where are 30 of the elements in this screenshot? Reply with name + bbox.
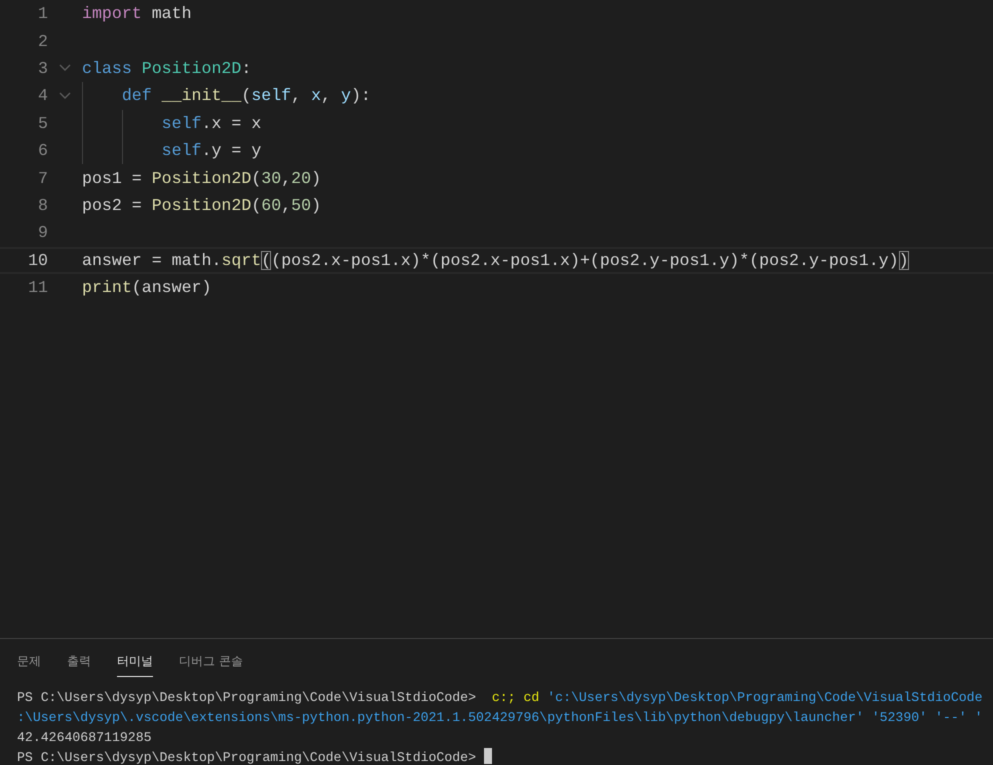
chevron-icon[interactable] xyxy=(59,92,71,100)
line-number: 11 xyxy=(27,278,48,298)
code-line: self.y = y xyxy=(160,141,262,160)
line-number: 2 xyxy=(37,32,48,51)
code-line: pos1 = Position2D(30,20) xyxy=(82,168,322,188)
terminal-line: PS C:\Users\dysyp\Desktop\Programing\Code\VisualStdioCode> c:; cd 'c:\Users\dysyp\Desktop\Programing\Code\VisualStdioCode xyxy=(17,689,983,707)
line-number: 4 xyxy=(37,86,48,106)
code-line: pos2 = Position2D(60,50) xyxy=(82,196,322,215)
panel-tab[interactable]: 터미널 xyxy=(117,645,153,677)
line-number: 1 xyxy=(37,4,48,24)
code-line: self.x = x xyxy=(160,114,262,133)
line-number: 8 xyxy=(37,196,48,215)
code-line: answer = math.sqrt((pos2.x-pos1.x)*(pos2.x-pos1.x)+(pos2.y-pos1.y)*(pos2.y-pos1.y)) xyxy=(82,250,909,270)
terminal-line: PS C:\Users\dysyp\Desktop\Programing\Code\VisualStdioCode> xyxy=(17,749,477,765)
code-line: import math xyxy=(82,4,192,24)
line-number: 9 xyxy=(37,223,48,242)
panel-tab[interactable]: 출력 xyxy=(67,645,91,677)
terminal-line: :\Users\dysyp\.vscode\extensions\ms-python.python-2021.1.502429796\pythonFiles\lib\python\debugpy\launcher' '52390' '--' ' xyxy=(17,709,982,727)
chevron-icon[interactable] xyxy=(59,64,71,72)
terminal-line: 42.42640687119285 xyxy=(17,729,152,747)
line-number: 5 xyxy=(37,114,48,133)
line-number: 10 xyxy=(27,250,48,270)
line-number: 6 xyxy=(37,141,48,160)
line-number: 3 xyxy=(37,58,48,78)
code-line: def __init__(self, x, y): xyxy=(120,86,371,106)
panel-tab[interactable]: 문제 xyxy=(17,645,41,677)
code-line: print(answer) xyxy=(82,278,212,298)
line-number: 7 xyxy=(37,168,48,188)
panel-tab[interactable]: 디버그 콘솔 xyxy=(179,645,243,677)
code-line: class Position2D: xyxy=(82,58,252,78)
